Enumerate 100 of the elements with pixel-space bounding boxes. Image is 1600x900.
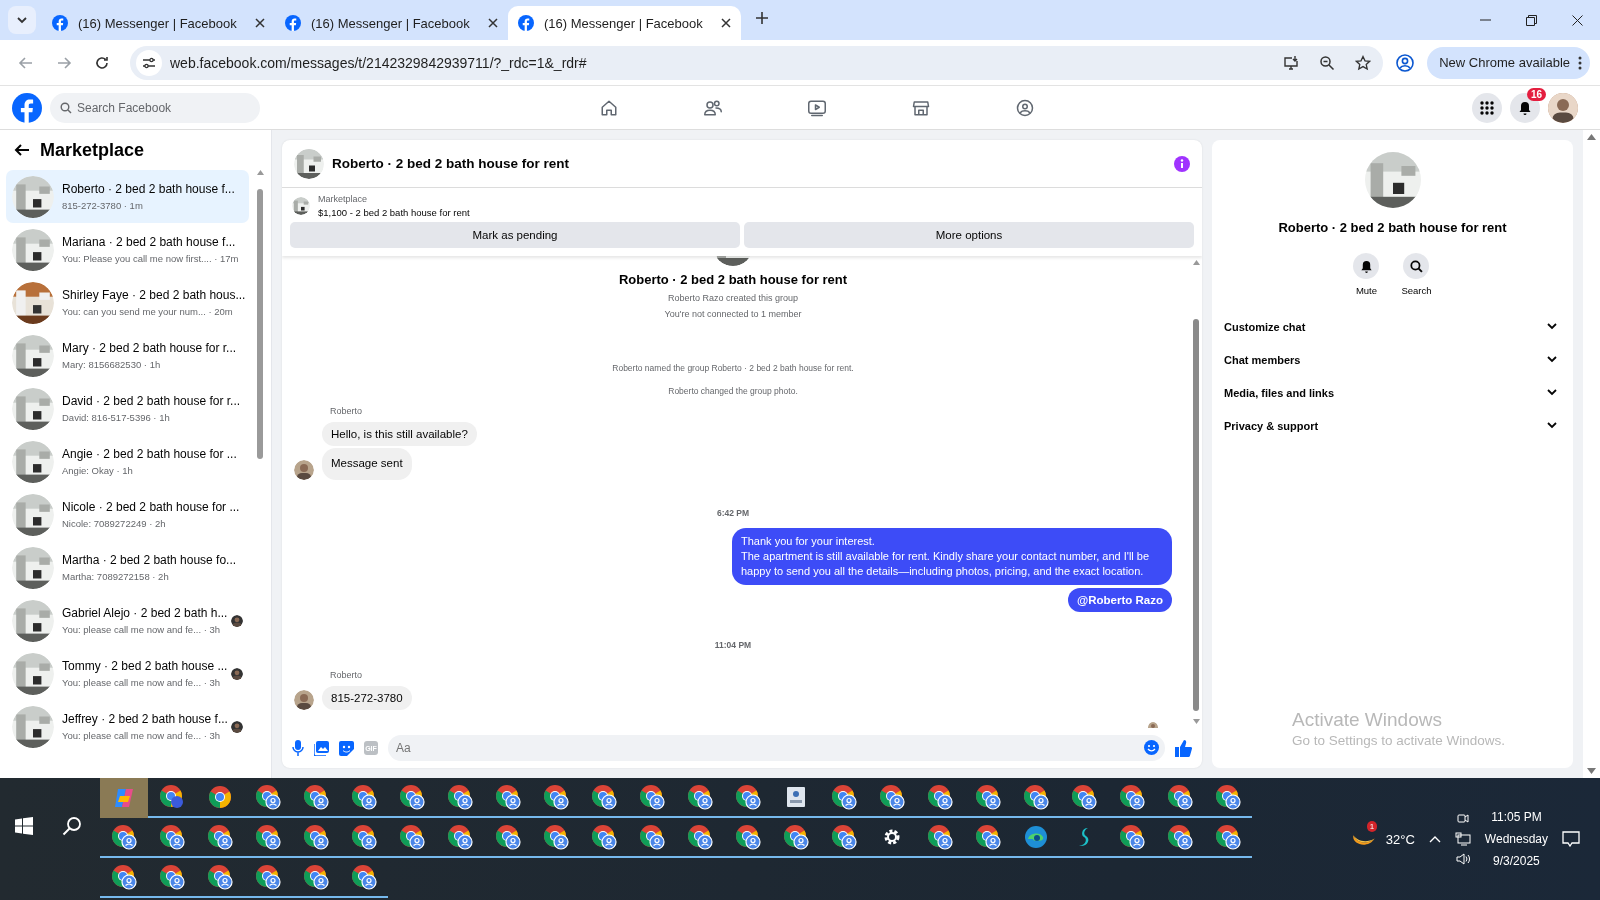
conversation-preview: You: Please you call me now first.... · 17m: [62, 253, 240, 264]
system-message: Roberto changed the group photo.: [667, 386, 799, 396]
conversation-preview: Martha: 7089272158 · 2h: [62, 571, 170, 582]
notification-center-button[interactable]: [1562, 831, 1580, 847]
message-input[interactable]: Aa: [388, 735, 1165, 761]
browser-tab[interactable]: (16) Messenger | Facebook: [275, 6, 508, 40]
chrome-profile-icon: [495, 784, 521, 810]
chrome-profile-icon: [1119, 784, 1145, 810]
notifications-button[interactable]: [1510, 92, 1540, 123]
speaker-icon[interactable]: [1455, 852, 1470, 866]
image-icon: [314, 740, 329, 756]
search-field[interactable]: Search Facebook: [50, 92, 260, 123]
chrome-profile-icon: [1167, 824, 1193, 850]
section-header[interactable]: Privacy & support: [1224, 409, 1561, 442]
conversation-preview: David: 816-517-5396 · 1h: [62, 412, 171, 423]
network-icon[interactable]: [1454, 832, 1471, 846]
group-info-text: You're not connected to 1 member: [663, 309, 803, 319]
chrome-profile-icon: [975, 824, 1001, 850]
search-icon: [62, 816, 82, 836]
clock-day: Wednesday: [1484, 832, 1548, 846]
people-circle-icon: [1016, 98, 1034, 117]
down-arrow-icon: [1192, 719, 1200, 724]
chrome-profile-icon: [351, 784, 377, 810]
more-options-button[interactable]: More options: [744, 222, 1194, 248]
conversation-item[interactable]: Shirley Faye · 2 bed 2 bath hous... You: can you send me your num... · 20m: [6, 276, 249, 329]
conversation-item[interactable]: Mary · 2 bed 2 bath house for r... Mary: 8156682530 · 1h: [6, 329, 249, 382]
chevron-down-icon: [1547, 323, 1557, 330]
group-title: Roberto · 2 bed 2 bath house for rent: [617, 272, 849, 287]
conversation-item[interactable]: Jeffrey · 2 bed 2 bath house f... You: please call me now and fe... · 3h: [6, 700, 249, 753]
close-icon[interactable]: [255, 18, 265, 28]
chrome-profile-icon: [159, 824, 185, 850]
address-bar[interactable]: web.facebook.com/messages/t/2142329842939711/?_rdc=1&_rdr#: [130, 45, 1384, 80]
camera-icon[interactable]: [1456, 812, 1469, 826]
smiley-icon: [1144, 740, 1159, 755]
weather-widget[interactable]: 32°C: [1351, 830, 1415, 848]
conversation-preview: Nicole: 7089272249 · 2h: [62, 518, 167, 529]
conversation-item[interactable]: Roberto · 2 bed 2 bath house f... 815-272-3780 · 1m: [6, 170, 249, 223]
emoji-button[interactable]: [1144, 740, 1159, 755]
site-info-button[interactable]: [136, 49, 162, 76]
tab-search-button[interactable]: [8, 6, 36, 34]
restore-icon: [1525, 14, 1537, 26]
system-message: Roberto named the group Roberto · 2 bed 2 bath house for rent.: [611, 363, 855, 373]
chrome-profile-icon: [207, 824, 233, 850]
section-header[interactable]: Customize chat: [1224, 310, 1561, 343]
down-arrow-icon: [1587, 768, 1596, 774]
conversation-preview: You: please call me now and fe... · 3h: [62, 624, 222, 635]
chrome-profile-icon: [543, 824, 569, 850]
zoom-out-icon: [1319, 54, 1336, 71]
browser-tab[interactable]: (16) Messenger | Facebook: [42, 6, 275, 40]
section-header[interactable]: Media, files and links: [1224, 376, 1561, 409]
conversation-item[interactable]: Martha · 2 bed 2 bath house fo... Martha: 7089272158 · 2h: [6, 541, 249, 594]
microphone-button[interactable]: [292, 740, 304, 756]
sender-name: Roberto: [330, 406, 364, 416]
notification-badge: 16: [1526, 87, 1546, 101]
clock[interactable]: 11:05 PM Wednesday 9/3/2025: [1484, 810, 1548, 868]
conversation-preview: You: please call me now and fe... · 3h: [62, 677, 222, 688]
incoming-message: 815-272-3780: [322, 685, 412, 710]
scrollbar[interactable]: [1583, 130, 1600, 778]
chrome-profile-icon: [159, 864, 185, 890]
section-header[interactable]: Chat members: [1224, 343, 1561, 376]
close-icon[interactable]: [488, 18, 498, 28]
conversation-preview: Angie: Okay · 1h: [62, 465, 134, 476]
conversation-item[interactable]: Angie · 2 bed 2 bath house for ... Angie: Okay · 1h: [6, 435, 249, 488]
conversation-item[interactable]: David · 2 bed 2 bath house for r... David: 816-517-5396 · 1h: [6, 382, 249, 435]
chrome-profile-icon: [1023, 784, 1049, 810]
chrome-profile-icon: [351, 864, 377, 890]
sticker-button[interactable]: [339, 740, 354, 756]
outgoing-message: @Roberto Razo: [1068, 587, 1172, 612]
conversation-title: Roberto · 2 bed 2 bath house f...: [62, 182, 236, 196]
more-vertical-icon: [1578, 55, 1582, 70]
conversation-item[interactable]: Tommy · 2 bed 2 bath house ... You: please call me now and fe... · 3h: [6, 647, 249, 700]
browser-tab[interactable]: (16) Messenger | Facebook: [508, 6, 741, 40]
chrome-profile-icon: [303, 864, 329, 890]
people-icon: [703, 98, 723, 117]
person-circle-icon: [1396, 53, 1415, 72]
close-icon[interactable]: [721, 18, 731, 28]
conversation-title: Martha · 2 bed 2 bath house fo...: [62, 553, 238, 567]
photo-button[interactable]: [314, 740, 329, 756]
conversation-item[interactable]: Mariana · 2 bed 2 bath house f... You: Please you call me now first.... · 17m: [6, 223, 249, 276]
conversation-item[interactable]: Nicole · 2 bed 2 bath house for ... Nicole: 7089272249 · 2h: [6, 488, 249, 541]
back-button[interactable]: [14, 142, 30, 158]
back-arrow-icon: [18, 54, 34, 71]
chrome-profile-icon: [1215, 784, 1241, 810]
activation-title: Activate Windows: [1292, 709, 1443, 731]
update-button[interactable]: New Chrome available: [1427, 46, 1590, 79]
apps-menu-button[interactable]: [1472, 92, 1502, 123]
conversation-preview: Mary: 8156682530 · 1h: [62, 359, 162, 370]
like-button[interactable]: [1175, 739, 1192, 757]
url-text: web.facebook.com/messages/t/2142329842939711/?_rdc=1&_rdr#: [170, 54, 588, 71]
sender-name: Roberto: [330, 669, 364, 680]
info-button[interactable]: [1174, 155, 1190, 172]
chrome-profile-icon: [399, 824, 425, 850]
chevron-up-icon: [1428, 835, 1441, 843]
conversation-title: Mary · 2 bed 2 bath house for r...: [62, 341, 238, 355]
chrome-profile-icon: [639, 784, 665, 810]
mark-pending-button[interactable]: Mark as pending: [290, 222, 740, 248]
conversation-item[interactable]: Gabriel Alejo · 2 bed 2 bath h... You: please call me now and fe... · 3h: [6, 594, 249, 647]
chrome-profile-icon: [831, 784, 857, 810]
show-hidden-icons-button[interactable]: [1428, 835, 1441, 843]
incoming-message: Hello, is this still available?: [322, 422, 477, 446]
